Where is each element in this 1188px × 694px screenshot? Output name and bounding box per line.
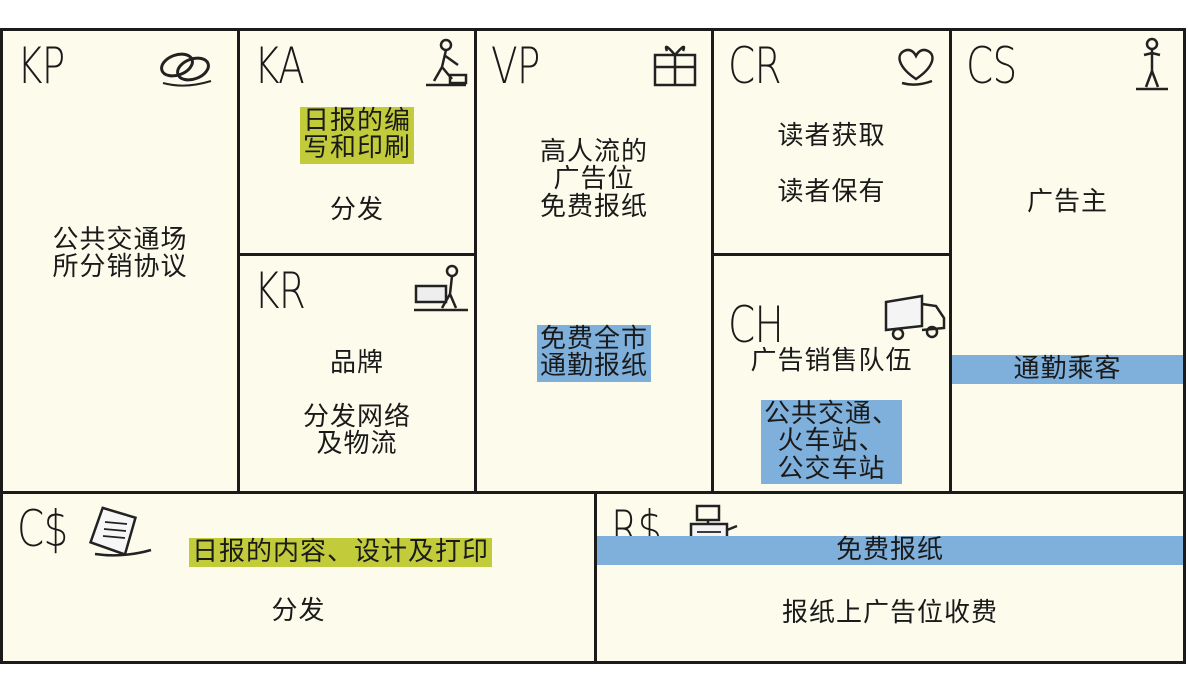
block-code: KR <box>254 262 306 320</box>
text-line: 通勤报纸 <box>539 351 648 382</box>
cost-structure-block: C$ 日报的内容、设计及打印 分发 <box>0 491 597 664</box>
text-line: 免费报纸 <box>539 191 648 222</box>
revenue-highlight: 免费报纸 <box>597 536 1183 566</box>
highlight-note: 日报的编 写和印刷 <box>299 106 414 164</box>
activities-text: 分发 <box>329 195 384 225</box>
cost-text: 分发 <box>271 596 326 626</box>
text-line: 分发网络 <box>302 402 411 432</box>
block-code: KP <box>17 37 65 95</box>
text-line: 广告位 <box>553 164 635 195</box>
activities-highlight: 日报的编 写和印刷 <box>240 107 474 164</box>
segments-text: 广告主 <box>1026 187 1108 217</box>
value-highlight: 免费全市 通勤报纸 <box>477 325 711 382</box>
document-icon <box>89 506 155 558</box>
person-icon <box>1132 37 1172 93</box>
highlight-note: 公共交通、 火车站、 公交车站 <box>760 399 902 484</box>
revenue-streams-block: R$ 免费报纸 报纸上广告位收费 <box>594 491 1186 664</box>
block-code: KA <box>254 37 305 95</box>
revenue-text: 报纸上广告位收费 <box>781 598 998 628</box>
block-code: C$ <box>17 500 68 558</box>
heart-icon <box>892 43 940 87</box>
business-model-canvas: KP 公共交通场 所分销协议 KA 日报的编 写和印刷 分发 KR 品牌 分发网… <box>0 28 1186 664</box>
worker-with-machine-icon <box>412 264 470 316</box>
text-line: 公交车站 <box>777 453 886 484</box>
resources-text-1: 品牌 <box>329 348 384 378</box>
highlight-note: 免费全市 通勤报纸 <box>536 324 651 382</box>
highlight-note: 免费报纸 <box>597 536 1183 566</box>
value-text: 高人流的 广告位 免费报纸 <box>477 137 711 222</box>
partners-text: 公共交通场 所分销协议 <box>3 225 237 283</box>
channels-highlight: 公共交通、 火车站、 公交车站 <box>714 400 949 484</box>
value-propositions-block: VP 高人流的 广告位 免费报纸 免费全市 通勤报纸 <box>474 28 714 494</box>
block-code: CH <box>728 296 784 354</box>
text-line: 所分销协议 <box>52 252 188 283</box>
text-line: 免费全市 <box>539 324 648 354</box>
highlight-note: 日报的内容、设计及打印 <box>189 538 493 568</box>
key-resources-block: KR 品牌 分发网络 及物流 <box>237 253 477 494</box>
text-line: 写和印刷 <box>302 133 411 164</box>
relationships-text-1: 读者获取 <box>777 121 886 151</box>
relationships-text-2: 读者保有 <box>777 177 886 207</box>
text-line: 公共交通场 <box>52 225 188 255</box>
text-line: 高人流的 <box>539 137 648 167</box>
cost-highlight: 日报的内容、设计及打印 <box>189 538 493 568</box>
block-code: CR <box>728 37 782 95</box>
highlight-note: 通勤乘客 <box>952 355 1183 385</box>
text-line: 火车站、 <box>777 426 886 457</box>
customer-segments-block: CS 广告主 通勤乘客 <box>949 28 1186 494</box>
channels-text: 广告销售队伍 <box>750 346 913 376</box>
truck-icon <box>882 290 948 344</box>
text-line: 公共交通、 <box>763 399 899 429</box>
customer-relationships-block: CR 读者获取 读者保有 <box>711 28 952 256</box>
block-code: CS <box>966 37 1017 95</box>
worker-icon <box>420 37 470 89</box>
key-activities-block: KA 日报的编 写和印刷 分发 <box>237 28 477 256</box>
gift-icon <box>649 39 703 89</box>
channels-block: CH 广告销售队伍 公共交通、 火车站、 公交车站 <box>711 253 952 494</box>
resources-text-2: 分发网络 及物流 <box>240 402 474 460</box>
key-partners-block: KP 公共交通场 所分销协议 <box>0 28 240 494</box>
chain-link-icon <box>155 45 217 89</box>
text-line: 及物流 <box>316 429 398 460</box>
segments-highlight: 通勤乘客 <box>952 355 1183 385</box>
text-line: 日报的编 <box>302 106 411 136</box>
block-code: VP <box>491 37 540 95</box>
